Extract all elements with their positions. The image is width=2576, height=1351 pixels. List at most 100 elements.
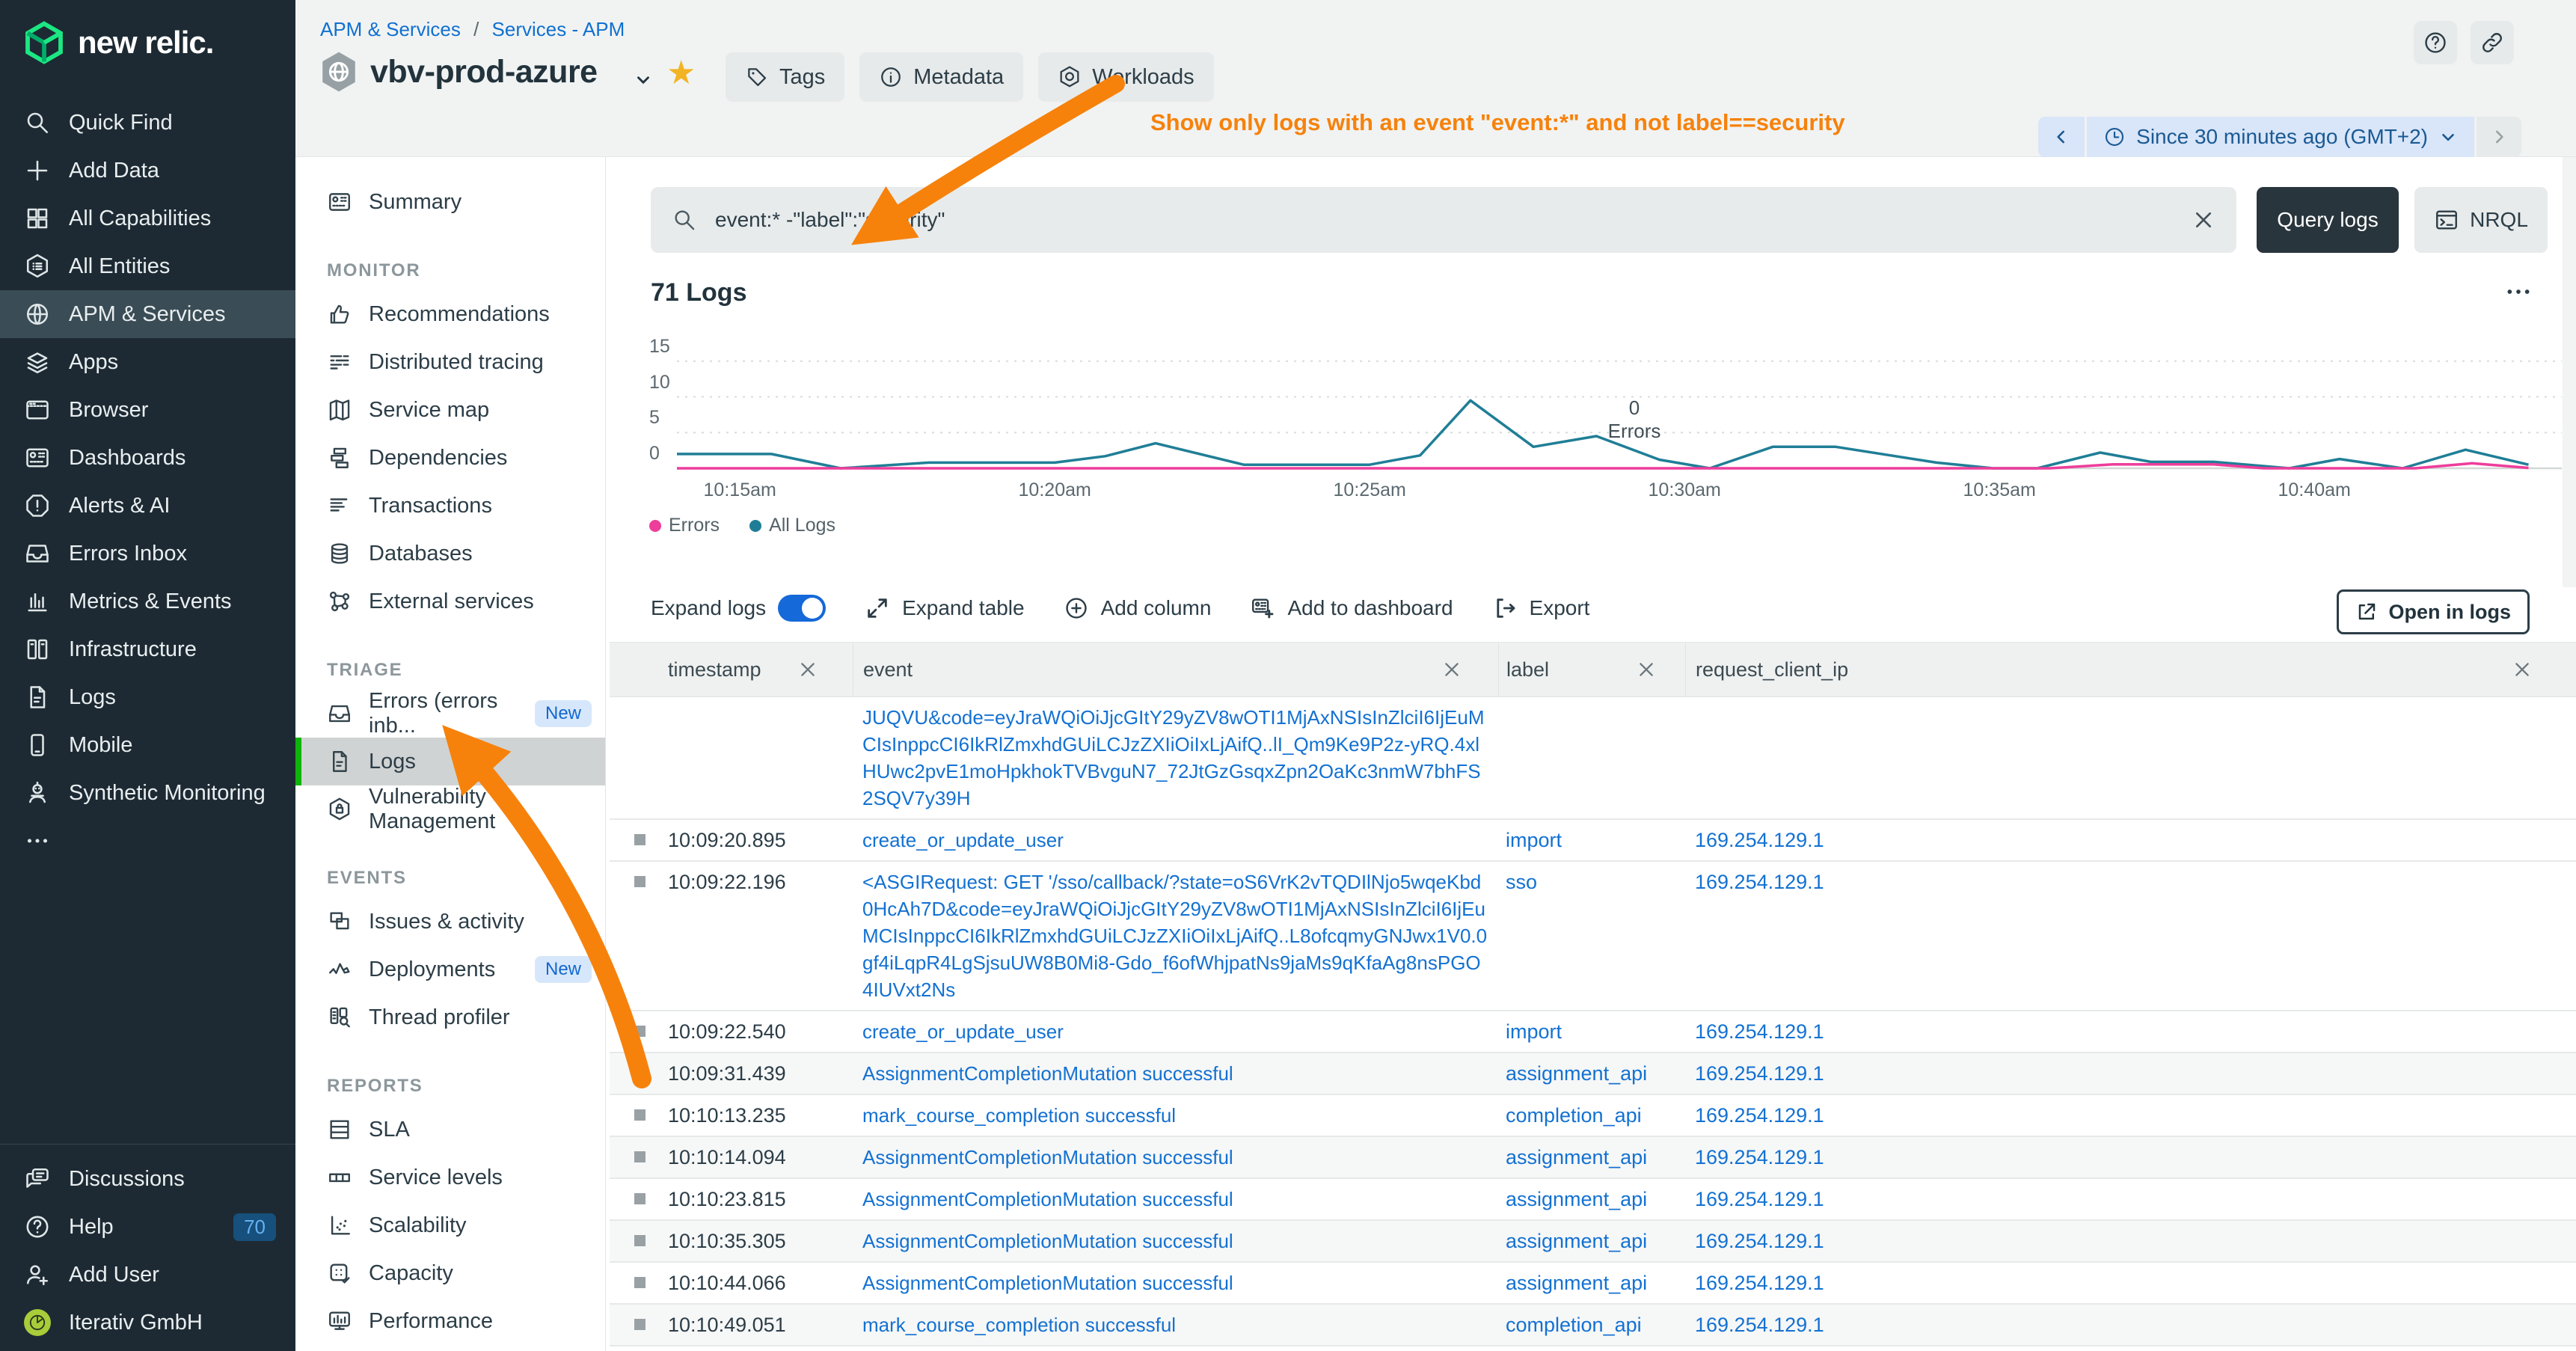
export-button[interactable]: Export: [1492, 595, 1590, 621]
cell-ip-link[interactable]: 169.254.129.1: [1685, 1228, 2576, 1254]
sidebar-item[interactable]: Browser: [0, 386, 295, 434]
sidebar-item[interactable]: Add Data: [0, 147, 295, 194]
row-marker[interactable]: [634, 1067, 645, 1079]
sidebar-item[interactable]: Mobile: [0, 721, 295, 769]
cell-ip-link[interactable]: 169.254.129.1: [1685, 827, 2576, 854]
query-logs-button[interactable]: Query logs: [2257, 187, 2399, 253]
subnav-entry[interactable]: Scalability: [295, 1201, 605, 1249]
sidebar-item[interactable]: Metrics & Events: [0, 578, 295, 625]
cell-label-link[interactable]: completion_api: [1498, 1311, 1685, 1338]
subnav-entry[interactable]: SLA: [295, 1106, 605, 1154]
sidebar-item[interactable]: [0, 817, 295, 865]
cell-ip-link[interactable]: 169.254.129.1: [1685, 1144, 2576, 1171]
subnav-entry[interactable]: Service map: [295, 386, 605, 434]
newrelic-logo[interactable]: new relic.: [22, 21, 213, 64]
subnav-entry[interactable]: Issues & activity: [295, 898, 605, 946]
nrql-button[interactable]: NRQL: [2414, 187, 2548, 253]
subnav-entry[interactable]: Service levels: [295, 1154, 605, 1201]
cell-ip-link[interactable]: [1685, 704, 2576, 812]
column-header-event[interactable]: event: [853, 643, 1498, 696]
expand-logs-toggle[interactable]: [778, 595, 826, 622]
subnav-entry[interactable]: Distributed tracing: [295, 338, 605, 386]
legend-item[interactable]: All Logs: [749, 515, 835, 536]
row-marker[interactable]: [634, 876, 645, 887]
column-header-timestamp[interactable]: timestamp: [610, 643, 853, 696]
cell-ip-link[interactable]: 169.254.129.1: [1685, 1018, 2576, 1045]
cell-ip-link[interactable]: 169.254.129.1: [1685, 1060, 2576, 1087]
cell-label-link[interactable]: import: [1498, 1018, 1685, 1045]
sidebar-footer-item[interactable]: Help 70: [0, 1203, 295, 1251]
cell-label-link[interactable]: assignment_api: [1498, 1269, 1685, 1296]
table-row[interactable]: 10:09:20.895 create_or_update_user impor…: [610, 820, 2576, 862]
cell-event-link[interactable]: create_or_update_user: [853, 827, 1498, 854]
cell-event-link[interactable]: mark_course_completion successful: [853, 1311, 1498, 1338]
cell-event-link[interactable]: create_or_update_user: [853, 1018, 1498, 1045]
entity-action-button[interactable]: Tags: [726, 52, 844, 102]
sidebar-item[interactable]: Logs: [0, 673, 295, 721]
cell-event-link[interactable]: mark_course_completion successful: [853, 1102, 1498, 1129]
table-row[interactable]: JUQVU&code=eyJraWQiOiJjcGItY29yZV8wOTI1M…: [610, 697, 2576, 820]
legend-item[interactable]: Errors: [649, 515, 720, 536]
cell-ip-link[interactable]: 169.254.129.1: [1685, 1269, 2576, 1296]
cell-label-link[interactable]: [1498, 704, 1685, 812]
entity-chevron-down-icon[interactable]: [634, 70, 653, 90]
cell-label-link[interactable]: assignment_api: [1498, 1228, 1685, 1254]
subnav-entry[interactable]: Vulnerability Management: [295, 785, 605, 833]
cell-ip-link[interactable]: 169.254.129.1: [1685, 1311, 2576, 1338]
cell-event-link[interactable]: AssignmentCompletionMutation successful: [853, 1144, 1498, 1171]
row-marker[interactable]: [634, 1151, 645, 1162]
remove-column-icon[interactable]: [1636, 659, 1657, 680]
row-marker[interactable]: [634, 1235, 645, 1246]
cell-event-link[interactable]: AssignmentCompletionMutation successful: [853, 1186, 1498, 1213]
sidebar-footer-item[interactable]: Add User: [0, 1251, 295, 1299]
time-range-button[interactable]: Since 30 minutes ago (GMT+2): [2087, 117, 2474, 157]
subnav-entry[interactable]: Errors (errors inb... New: [295, 690, 605, 738]
cell-ip-link[interactable]: 169.254.129.1: [1685, 868, 2576, 1003]
sidebar-item[interactable]: Synthetic Monitoring: [0, 769, 295, 817]
cell-event-link[interactable]: JUQVU&code=eyJraWQiOiJjcGItY29yZV8wOTI1M…: [853, 704, 1498, 812]
subnav-entry[interactable]: Recommendations: [295, 290, 605, 338]
sidebar-footer-item[interactable]: Iterativ GmbH: [0, 1299, 295, 1347]
table-row[interactable]: 10:10:14.094 AssignmentCompletionMutatio…: [610, 1137, 2576, 1179]
table-row[interactable]: 10:10:44.066 AssignmentCompletionMutatio…: [610, 1263, 2576, 1305]
search-input[interactable]: [714, 207, 2175, 233]
sidebar-item[interactable]: Quick Find: [0, 99, 295, 147]
cell-event-link[interactable]: AssignmentCompletionMutation successful: [853, 1060, 1498, 1087]
subnav-entry[interactable]: External services: [295, 578, 605, 625]
table-row[interactable]: 10:09:31.439 AssignmentCompletionMutatio…: [610, 1053, 2576, 1095]
cell-label-link[interactable]: assignment_api: [1498, 1060, 1685, 1087]
subnav-entry[interactable]: Databases: [295, 530, 605, 578]
table-row[interactable]: 10:10:23.815 AssignmentCompletionMutatio…: [610, 1179, 2576, 1221]
sidebar-item[interactable]: Dashboards: [0, 434, 295, 482]
cell-ip-link[interactable]: 169.254.129.1: [1685, 1102, 2576, 1129]
sidebar-item[interactable]: Errors Inbox: [0, 530, 295, 578]
expand-table-button[interactable]: Expand table: [865, 595, 1024, 621]
column-header-label[interactable]: label: [1498, 643, 1685, 696]
subnav-entry[interactable]: Thread profiler: [295, 993, 605, 1041]
subnav-entry[interactable]: Transactions: [295, 482, 605, 530]
sidebar-item[interactable]: APM & Services: [0, 290, 295, 338]
row-marker[interactable]: [634, 1277, 645, 1288]
cell-label-link[interactable]: completion_api: [1498, 1102, 1685, 1129]
subnav-entry[interactable]: Deployments New: [295, 946, 605, 993]
chart-menu-icon[interactable]: [2501, 277, 2536, 307]
row-marker[interactable]: [634, 1319, 645, 1330]
breadcrumb-link-apm-services[interactable]: APM & Services: [320, 18, 461, 40]
add-column-button[interactable]: Add column: [1064, 595, 1212, 621]
table-row[interactable]: 10:09:22.540 create_or_update_user impor…: [610, 1011, 2576, 1053]
sidebar-item[interactable]: Apps: [0, 338, 295, 386]
cell-label-link[interactable]: sso: [1498, 868, 1685, 1003]
subnav-entry[interactable]: Dependencies: [295, 434, 605, 482]
table-row[interactable]: 10:10:35.305 AssignmentCompletionMutatio…: [610, 1221, 2576, 1263]
table-row[interactable]: 10:11:00.311 AssignmentCompletionMutatio…: [610, 1347, 2576, 1351]
row-marker[interactable]: [634, 1026, 645, 1037]
cell-event-link[interactable]: AssignmentCompletionMutation successful: [853, 1269, 1498, 1296]
cell-label-link[interactable]: assignment_api: [1498, 1186, 1685, 1213]
remove-column-icon[interactable]: [2512, 659, 2533, 680]
table-row[interactable]: 10:10:13.235 mark_course_completion succ…: [610, 1095, 2576, 1137]
subnav-entry[interactable]: Logs: [295, 738, 605, 785]
permalink-button[interactable]: [2471, 21, 2514, 64]
remove-column-icon[interactable]: [1441, 659, 1462, 680]
cell-event-link[interactable]: <ASGIRequest: GET '/sso/callback/?state=…: [853, 868, 1498, 1003]
time-forward-button[interactable]: [2474, 117, 2521, 157]
